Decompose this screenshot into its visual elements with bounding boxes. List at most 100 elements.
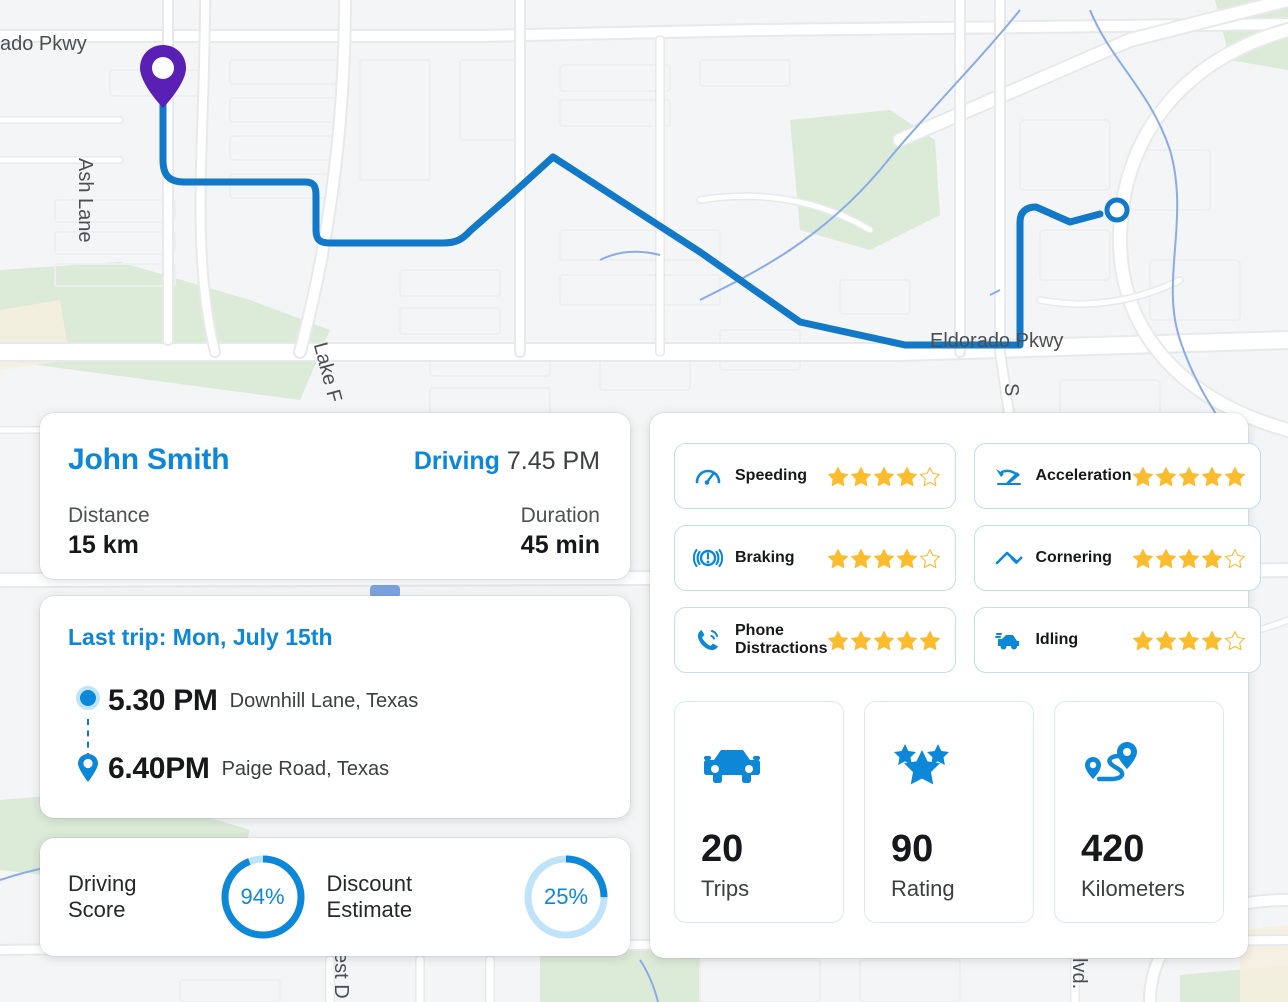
star-empty-icon bbox=[1224, 630, 1245, 650]
map-label: S bbox=[1000, 383, 1022, 397]
star-filled-icon bbox=[851, 630, 872, 650]
score-row: Driving Score 94% Discount Estimate 25% bbox=[40, 838, 630, 956]
star-filled-icon bbox=[1132, 466, 1153, 486]
star-filled-icon bbox=[1155, 548, 1176, 568]
star-filled-icon bbox=[897, 466, 918, 486]
idling-icon bbox=[991, 625, 1025, 655]
rating-label: Acceleration bbox=[1035, 467, 1132, 485]
origin-dot-icon bbox=[68, 685, 108, 711]
braking-icon bbox=[691, 543, 725, 573]
star-filled-icon bbox=[897, 548, 918, 568]
distance-label: Distance bbox=[68, 504, 150, 527]
origin-place: Downhill Lane, Texas bbox=[229, 689, 419, 712]
last-trip-card: Last trip: Mon, July 15th 5.30 PM Downhi… bbox=[40, 596, 630, 818]
rating-cell[interactable]: Braking bbox=[674, 525, 957, 591]
score-percent: 94% bbox=[240, 884, 285, 909]
driving-metrics-panel: Speeding Acceleration Braking Cornering Phon… bbox=[650, 413, 1261, 958]
rating-stars bbox=[827, 630, 941, 651]
driver-name: John Smith bbox=[68, 443, 230, 476]
map-label: lvd. bbox=[1068, 958, 1090, 990]
star-filled-icon bbox=[828, 548, 849, 568]
last-trip-title: Last trip: Mon, July 15th bbox=[68, 624, 333, 650]
origin-time: 5.30 PM bbox=[108, 684, 218, 717]
trip-timeline: 5.30 PM Downhill Lane, Texas 6.40PM Paig… bbox=[68, 677, 600, 793]
app-root: .rd { stroke:#ffffff; fill:none; stroke-… bbox=[0, 0, 1288, 1002]
score-donut: 25% bbox=[520, 851, 612, 943]
duration-label: Duration bbox=[520, 504, 600, 527]
rating-label: Speeding bbox=[735, 467, 808, 485]
route-icon bbox=[1081, 728, 1223, 802]
stat-name: Kilometers bbox=[1081, 876, 1185, 901]
rating-label: Cornering bbox=[1035, 549, 1112, 567]
duration-metric: Duration 45 min bbox=[521, 503, 600, 562]
map-label: ado Pkwy bbox=[0, 33, 87, 55]
stars-icon bbox=[891, 728, 1033, 802]
rating-cell[interactable]: Acceleration bbox=[974, 443, 1261, 509]
stat-cell[interactable]: 90 Rating bbox=[864, 701, 1034, 923]
rating-stars bbox=[827, 466, 941, 487]
rating-cell[interactable]: Phone Distractions bbox=[674, 607, 957, 673]
stat-name: Trips bbox=[701, 876, 750, 901]
star-filled-icon bbox=[1155, 466, 1176, 486]
star-filled-icon bbox=[1201, 548, 1222, 568]
star-filled-icon bbox=[1201, 466, 1222, 486]
score-label: Discount Estimate bbox=[326, 871, 413, 922]
star-filled-icon bbox=[1224, 466, 1245, 486]
score-percent: 25% bbox=[543, 884, 589, 909]
star-filled-icon bbox=[1178, 630, 1199, 650]
star-filled-icon bbox=[851, 466, 872, 486]
stat-grid: 20 Trips 90 Rating 420 Kilometers bbox=[674, 701, 1224, 923]
stat-cell[interactable]: 420 Kilometers bbox=[1054, 701, 1224, 923]
score-item: Discount Estimate 25% bbox=[327, 851, 630, 943]
phone-icon bbox=[691, 625, 725, 655]
score-donut: 94% bbox=[217, 851, 309, 943]
score-item: Driving Score 94% bbox=[68, 851, 327, 943]
distance-value: 15 km bbox=[68, 531, 139, 560]
star-filled-icon bbox=[828, 630, 849, 650]
rating-label: Phone Distractions bbox=[735, 622, 828, 657]
rating-label: Idling bbox=[1035, 631, 1079, 649]
star-empty-icon bbox=[1224, 548, 1245, 568]
stat-value: 90 bbox=[891, 828, 934, 870]
acceleration-icon bbox=[991, 461, 1025, 491]
trip-stop-origin: 5.30 PM Downhill Lane, Texas bbox=[68, 677, 600, 725]
star-filled-icon bbox=[874, 466, 895, 486]
rating-cell[interactable]: Speeding bbox=[674, 443, 957, 509]
rating-cell[interactable]: Cornering bbox=[974, 525, 1261, 591]
score-label: Driving Score bbox=[68, 871, 137, 922]
map-label: est D bbox=[330, 952, 352, 999]
trip-stop-destination: 6.40PM Paige Road, Texas bbox=[68, 745, 600, 793]
rating-stars bbox=[827, 548, 941, 569]
star-filled-icon bbox=[920, 630, 941, 650]
driver-metrics-row: Distance 15 km Duration 45 min bbox=[68, 503, 600, 562]
driving-status-label: Driving bbox=[413, 447, 500, 475]
star-empty-icon bbox=[920, 466, 941, 486]
car-icon bbox=[701, 728, 843, 802]
star-filled-icon bbox=[851, 548, 872, 568]
star-empty-icon bbox=[920, 548, 941, 568]
destination-time: 6.40PM bbox=[108, 752, 210, 785]
rating-stars bbox=[1132, 630, 1246, 651]
driving-status-time: 7.45 PM bbox=[506, 447, 600, 475]
star-filled-icon bbox=[1178, 466, 1199, 486]
duration-value: 45 min bbox=[520, 531, 600, 560]
star-filled-icon bbox=[874, 630, 895, 650]
speedometer-icon bbox=[691, 461, 725, 491]
rating-stars bbox=[1132, 466, 1246, 487]
stat-cell[interactable]: 20 Trips bbox=[674, 701, 844, 923]
driving-status: Driving 7.45 PM bbox=[414, 447, 600, 476]
star-filled-icon bbox=[828, 466, 849, 486]
rating-grid: Speeding Acceleration Braking Cornering Phon… bbox=[674, 443, 1261, 673]
driver-summary-card: John Smith Driving 7.45 PM Distance 15 k… bbox=[40, 413, 630, 579]
driver-header-row: John Smith Driving 7.45 PM bbox=[68, 443, 600, 477]
cornering-icon bbox=[991, 543, 1025, 573]
star-filled-icon bbox=[1178, 548, 1199, 568]
map-label: Ash Lane bbox=[74, 158, 96, 243]
stat-name: Rating bbox=[891, 876, 955, 901]
star-filled-icon bbox=[1132, 548, 1153, 568]
score-card: Driving Score 94% Discount Estimate 25% bbox=[40, 838, 630, 956]
rating-cell[interactable]: Idling bbox=[974, 607, 1261, 673]
rating-label: Braking bbox=[735, 549, 795, 567]
stat-value: 20 bbox=[701, 828, 744, 870]
star-filled-icon bbox=[1201, 630, 1222, 650]
